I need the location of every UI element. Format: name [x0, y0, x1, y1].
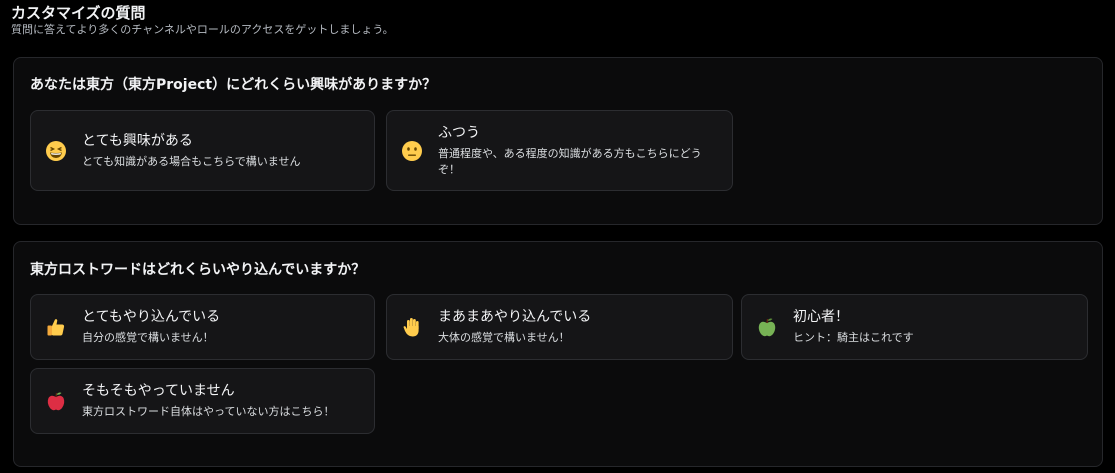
option-description: 自分の感覚で構いません！	[82, 331, 214, 344]
option-description: 大体の感覚で構いません！	[438, 331, 570, 344]
option-label: まあまあやり込んでいる	[438, 309, 592, 325]
option-description: 普通程度や、ある程度の知識がある方もこちらにどうぞ！	[438, 147, 702, 176]
grinning-squinting-face-icon	[45, 140, 67, 162]
header: カスタマイズの質問 質問に答えてより多くのチャンネルやロールのアクセスをゲットし…	[11, 3, 394, 37]
question-section-interest: あなたは東方（東方Project）にどれくらい興味がありますか？ とても興味があ…	[13, 57, 1103, 225]
option-description: ヒント：騎主はこれです	[793, 331, 914, 344]
option-label: 初心者！	[793, 309, 849, 325]
option-normal[interactable]: ふつう 普通程度や、ある程度の知識がある方もこちらにどうぞ！	[386, 110, 733, 191]
neutral-face-icon	[401, 140, 423, 162]
page-subtitle: 質問に答えてより多くのチャンネルやロールのアクセスをゲットしましょう。	[11, 23, 394, 36]
option-label: そもそもやっていません	[82, 383, 235, 399]
red-apple-icon	[45, 390, 67, 412]
option-label: とても興味がある	[82, 133, 193, 149]
option-label: ふつう	[438, 125, 480, 141]
option-beginner[interactable]: 初心者！ ヒント：騎主はこれです	[741, 294, 1088, 360]
page-title: カスタマイズの質問	[11, 4, 146, 22]
option-description: 東方ロストワード自体はやっていない方はこちら！	[82, 405, 335, 418]
question-title: 東方ロストワードはどれくらいやり込んでいますか？	[30, 262, 366, 278]
raised-hand-icon	[401, 316, 423, 338]
question-section-lostword: 東方ロストワードはどれくらいやり込んでいますか？ とてもやり込んでいる 自分の感…	[13, 241, 1103, 467]
option-hardcore[interactable]: とてもやり込んでいる 自分の感覚で構いません！	[30, 294, 375, 360]
option-label: とてもやり込んでいる	[82, 309, 221, 325]
thumbs-up-icon	[45, 316, 67, 338]
option-moderate[interactable]: まあまあやり込んでいる 大体の感覚で構いません！	[386, 294, 733, 360]
question-title: あなたは東方（東方Project）にどれくらい興味がありますか？	[30, 77, 437, 93]
green-apple-icon	[756, 316, 778, 338]
option-description: とても知識がある場合もこちらで構いません	[82, 155, 301, 168]
option-not-playing[interactable]: そもそもやっていません 東方ロストワード自体はやっていない方はこちら！	[30, 368, 375, 434]
option-very-interested[interactable]: とても興味がある とても知識がある場合もこちらで構いません	[30, 110, 375, 191]
